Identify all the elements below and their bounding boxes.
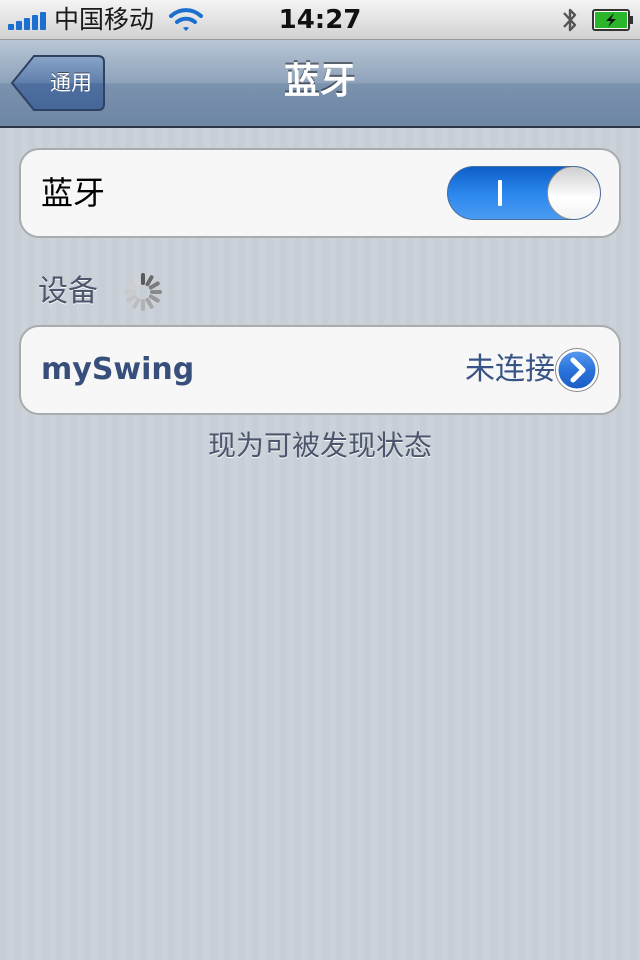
back-button-label: 通用 [50,71,92,95]
bluetooth-cell: 蓝牙 [19,148,621,238]
status-bar: 中国移动 14:27 [0,0,640,40]
navigation-bar: 通用 蓝牙 [0,40,640,128]
device-status: 未连接 [465,352,555,387]
bluetooth-label: 蓝牙 [41,174,106,212]
battery-charging-icon [592,9,634,31]
back-button[interactable]: 通用 [10,54,106,112]
detail-disclosure-icon[interactable] [555,348,599,392]
spinner-icon [122,271,164,313]
status-time: 14:27 [278,5,362,35]
toggle-knob [547,167,600,219]
page-title: 蓝牙 [283,61,356,102]
discoverable-status-text: 现为可被发现状态 [207,429,432,462]
device-cell[interactable]: mySwing 未连接 [19,325,621,415]
bluetooth-icon [560,5,580,35]
device-name: mySwing [41,352,195,387]
bluetooth-toggle[interactable] [447,166,601,220]
devices-section-header: 设备 [38,274,98,309]
toggle-on-mark [498,180,502,206]
